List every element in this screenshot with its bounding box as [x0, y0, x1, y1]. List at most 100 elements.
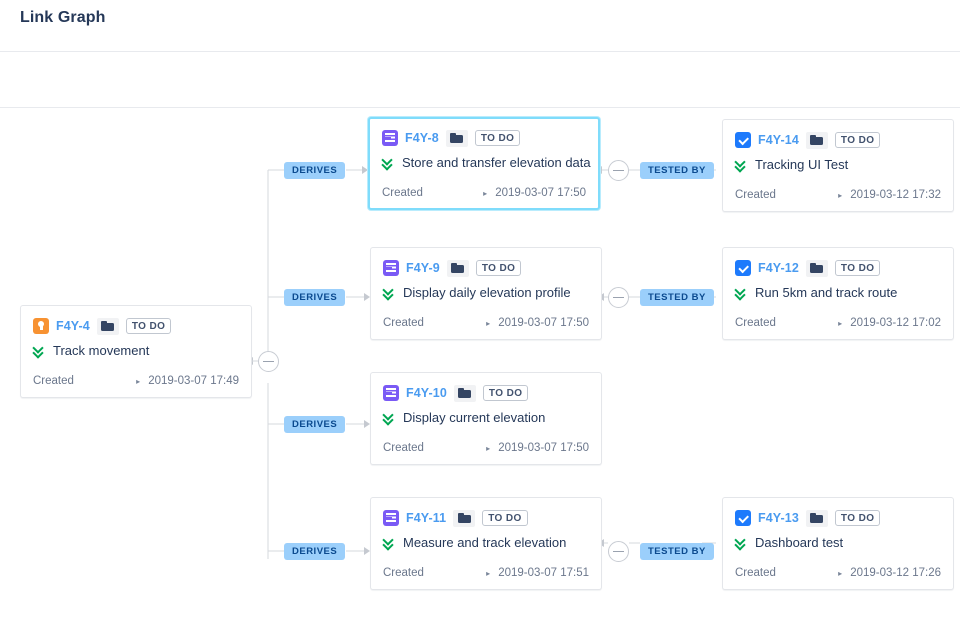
issue-summary: Display daily elevation profile [403, 285, 571, 300]
card-summary-row: Tracking UI Test [735, 157, 941, 172]
issue-key-link[interactable]: F4Y-10 [406, 386, 447, 400]
folder-glyph [810, 513, 823, 523]
story-icon [383, 510, 399, 526]
card-created-row: Created ▸ 2019-03-07 17:49 [33, 375, 239, 387]
card-created-row: Created ▸ 2019-03-07 17:50 [383, 317, 589, 329]
folder-glyph [810, 135, 823, 145]
card-header-row: F4Y-11 TO DO [383, 509, 589, 527]
card-summary-row: Run 5km and track route [735, 285, 941, 300]
card-summary-row: Dashboard test [735, 535, 941, 550]
issue-key-link[interactable]: F4Y-13 [758, 511, 799, 525]
issue-card-f4y-12[interactable]: F4Y-12TO DO Run 5km and track route Create… [722, 247, 954, 340]
created-field-value: 2019-03-07 17:49 [148, 375, 239, 387]
collapse-toggle-f4y9[interactable] [608, 287, 629, 308]
card-header-row: F4Y-10 TO DO [383, 384, 589, 402]
issue-card-f4y-13[interactable]: F4Y-13 TO DO Dashboard test Created ▸ 2019-03… [722, 497, 954, 590]
issue-card-f4y-10[interactable]: F4Y-10 TO DO Display current elevation Crea… [370, 372, 602, 465]
issue-key-link[interactable]: F4Y-12 [758, 261, 799, 275]
created-field-label: Created [383, 567, 424, 579]
folder-glyph [810, 263, 823, 273]
triangle-right-icon: ▸ [486, 569, 490, 578]
triangle-right-icon: ▸ [838, 569, 842, 578]
created-field-label: Created [382, 187, 423, 199]
filter-toolbar: Issue Types* any× Link Types* derives×te… [0, 52, 960, 107]
created-field-value: 2019-03-07 17:50 [498, 442, 589, 454]
page-title: Link Graph [20, 9, 105, 27]
folder-glyph [451, 263, 464, 273]
triangle-right-icon: ▸ [838, 191, 842, 200]
triangle-right-icon: ▸ [486, 319, 490, 328]
triangle-right-icon: ▸ [483, 189, 487, 198]
folder-icon [447, 260, 469, 277]
graph-canvas[interactable]: F4Y-4TO DOTrack movementCreated▸2019-03-… [0, 108, 960, 618]
story-icon [383, 385, 399, 401]
edge-label-derives-f4y-4-f4y-11[interactable]: DERIVES [284, 543, 345, 560]
folder-icon [806, 510, 828, 527]
issue-key-link[interactable]: F4Y-14 [758, 133, 799, 147]
card-header-row: F4Y-12TO DO [735, 259, 941, 277]
status-badge: TO DO [483, 385, 528, 401]
status-badge: TO DO [835, 510, 880, 526]
created-field-label: Created [383, 317, 424, 329]
folder-icon [446, 130, 468, 147]
edge-label-tested-by-f4y-8-f4y-14[interactable]: TESTED BY [640, 162, 714, 179]
created-field-label: Created [383, 442, 424, 454]
folder-glyph [101, 321, 114, 331]
card-header-row: F4Y-8TO DO [382, 129, 586, 147]
card-summary-row: Display current elevation [383, 410, 589, 425]
folder-glyph [458, 388, 471, 398]
edge-label-tested-by-f4y-11-f4y-13[interactable]: TESTED BY [640, 543, 714, 560]
issue-card-f4y-8[interactable]: F4Y-8TO DO Store and transfer elevation d… [368, 117, 600, 210]
priority-major-icon [33, 344, 45, 357]
edge-label-derives-f4y-4-f4y-8[interactable]: DERIVES [284, 162, 345, 179]
issue-card-f4y-4[interactable]: F4Y-4 TO DO Track movement Created ▸ 2019-03-… [20, 305, 252, 398]
folder-glyph [450, 133, 463, 143]
card-created-row: Created▸2019-03-07 17:50 [383, 442, 589, 454]
edge-label-tested-by-f4y-9-f4y-12[interactable]: TESTED BY [640, 289, 714, 306]
issue-card-f4y-11[interactable]: F4Y-11 TO DO Measure and track elevation Cr… [370, 497, 602, 590]
issue-summary: Measure and track elevation [403, 535, 566, 550]
collapse-toggle-f4y8[interactable] [608, 160, 629, 181]
card-summary-row: Store and transfer elevation data [382, 155, 586, 170]
issue-key-link[interactable]: F4Y-8 [405, 131, 439, 145]
status-badge: TO DO [476, 260, 521, 276]
issue-card-f4y-14[interactable]: F4Y-14TO DOTracking UI TestCreated▸2019-… [722, 119, 954, 212]
issue-summary: Dashboard test [755, 535, 843, 550]
edge-label-derives-f4y-4-f4y-10[interactable]: DERIVES [284, 416, 345, 433]
created-field-label: Created [735, 189, 776, 201]
created-field-value: 2019-03-07 17:50 [498, 317, 589, 329]
folder-icon [806, 132, 828, 149]
collapse-toggle-f4y4[interactable] [258, 351, 279, 372]
epic-icon [33, 318, 49, 334]
issue-card-f4y-9[interactable]: F4Y-9 TO DO Display daily elevation profil… [370, 247, 602, 340]
issue-key-link[interactable]: F4Y-9 [406, 261, 440, 275]
issue-key-link[interactable]: F4Y-11 [406, 511, 446, 525]
status-badge: TO DO [126, 318, 171, 334]
created-field-label: Created [735, 567, 776, 579]
card-created-row: Created▸2019-03-07 17:51 [383, 567, 589, 579]
folder-icon [454, 385, 476, 402]
folder-icon [806, 260, 828, 277]
edge-label-derives-f4y-4-f4y-9[interactable]: DERIVES [284, 289, 345, 306]
folder-glyph [458, 513, 471, 523]
card-summary-row: Measure and track elevation [383, 535, 589, 550]
collapse-toggle-f4y11[interactable] [608, 541, 629, 562]
created-field-label: Created [33, 375, 74, 387]
issue-summary: Track movement [53, 343, 149, 358]
triangle-right-icon: ▸ [136, 377, 140, 386]
priority-major-icon [735, 158, 747, 171]
created-field-value: 2019-03-12 17:26 [850, 567, 941, 579]
task-icon [735, 510, 751, 526]
status-badge: TO DO [482, 510, 527, 526]
issue-summary: Store and transfer elevation data [402, 155, 591, 170]
priority-major-icon [382, 156, 394, 169]
folder-icon [97, 318, 119, 335]
issue-summary: Run 5km and track route [755, 285, 897, 300]
priority-major-icon [735, 286, 747, 299]
created-field-label: Created [735, 317, 776, 329]
priority-major-icon [383, 536, 395, 549]
issue-key-link[interactable]: F4Y-4 [56, 319, 90, 333]
card-summary-row: Display daily elevation profile [383, 285, 589, 300]
card-created-row: Created▸2019-03-12 17:02 [735, 317, 941, 329]
priority-major-icon [735, 536, 747, 549]
